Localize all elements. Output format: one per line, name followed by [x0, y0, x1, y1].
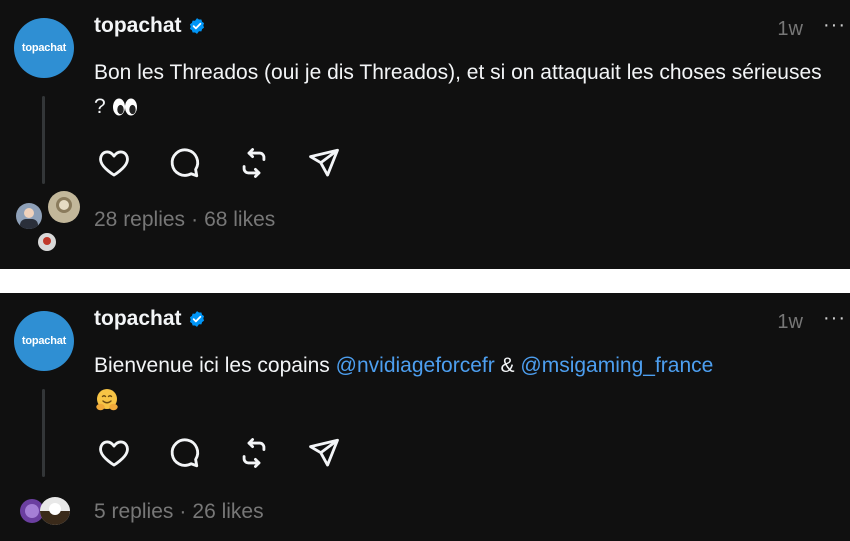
likes-count[interactable]: 26 likes: [192, 500, 263, 523]
replies-count[interactable]: 5 replies: [94, 500, 173, 523]
mention-link[interactable]: @msigaming_france: [520, 354, 713, 377]
post-stats: 28 replies · 68 likes: [94, 208, 275, 232]
replier-avatar[interactable]: [38, 233, 56, 251]
likes-count[interactable]: 68 likes: [204, 208, 275, 231]
action-bar: [96, 435, 342, 471]
post-text: Bienvenue ici les copains @nvidiageforce…: [94, 349, 839, 417]
post-stats: 5 replies · 26 likes: [94, 500, 264, 524]
person-icon: [56, 197, 72, 213]
person-icon: [43, 237, 51, 245]
replies-count[interactable]: 28 replies: [94, 208, 185, 231]
thread-post[interactable]: topachat topachat 1w ··· Bienvenue ici l…: [0, 293, 850, 541]
thread-line: [42, 96, 45, 184]
repost-icon: [242, 148, 266, 178]
heart-icon: [99, 150, 129, 177]
author-row: topachat: [94, 14, 206, 38]
hugging-face-emoji-icon: [96, 389, 118, 411]
comment-icon: [170, 148, 199, 178]
share-icon: [309, 148, 339, 177]
verified-badge-icon: [189, 311, 204, 327]
share-button[interactable]: [306, 145, 342, 181]
share-button[interactable]: [306, 435, 342, 471]
avatar-logo-text: topachat: [21, 335, 67, 347]
repost-button[interactable]: [236, 145, 272, 181]
like-button[interactable]: [96, 435, 132, 471]
replier-avatar[interactable]: [40, 497, 70, 525]
like-button[interactable]: [96, 145, 132, 181]
post-time: 1w: [777, 18, 803, 40]
share-icon: [309, 438, 339, 467]
post-body-connector: &: [494, 354, 521, 377]
more-icon[interactable]: ···: [823, 307, 846, 330]
person-icon: [20, 208, 38, 229]
mention-link[interactable]: @nvidiageforcefr: [336, 354, 495, 377]
action-bar: [96, 145, 342, 181]
avatar-logo-text: topachat: [21, 42, 67, 54]
reply-button[interactable]: [166, 435, 202, 471]
heart-icon: [99, 440, 129, 467]
person-icon: [40, 503, 70, 525]
author-avatar[interactable]: topachat: [14, 18, 74, 78]
author-row: topachat: [94, 307, 206, 331]
author-name[interactable]: topachat: [94, 307, 182, 331]
more-icon[interactable]: ···: [823, 14, 846, 37]
comment-icon: [170, 438, 199, 468]
thread-line: [42, 389, 45, 477]
verified-badge-icon: [189, 18, 204, 34]
replier-avatar[interactable]: [48, 191, 80, 223]
thread-post[interactable]: topachat topachat 1w ··· Bon les Threado…: [0, 0, 850, 269]
post-body: Bienvenue ici les copains: [94, 354, 336, 377]
stats-separator: ·: [179, 500, 187, 523]
post-body: Bon les Threados (oui je dis Threados), …: [94, 61, 822, 118]
author-avatar[interactable]: topachat: [14, 311, 74, 371]
repost-icon: [242, 438, 266, 468]
replier-avatar[interactable]: [16, 203, 42, 229]
eyes-emoji-icon: [112, 98, 137, 116]
repost-button[interactable]: [236, 435, 272, 471]
reply-button[interactable]: [166, 145, 202, 181]
stats-separator: ·: [191, 208, 199, 231]
author-name[interactable]: topachat: [94, 14, 182, 38]
post-time: 1w: [777, 311, 803, 333]
post-text: Bon les Threados (oui je dis Threados), …: [94, 56, 839, 124]
